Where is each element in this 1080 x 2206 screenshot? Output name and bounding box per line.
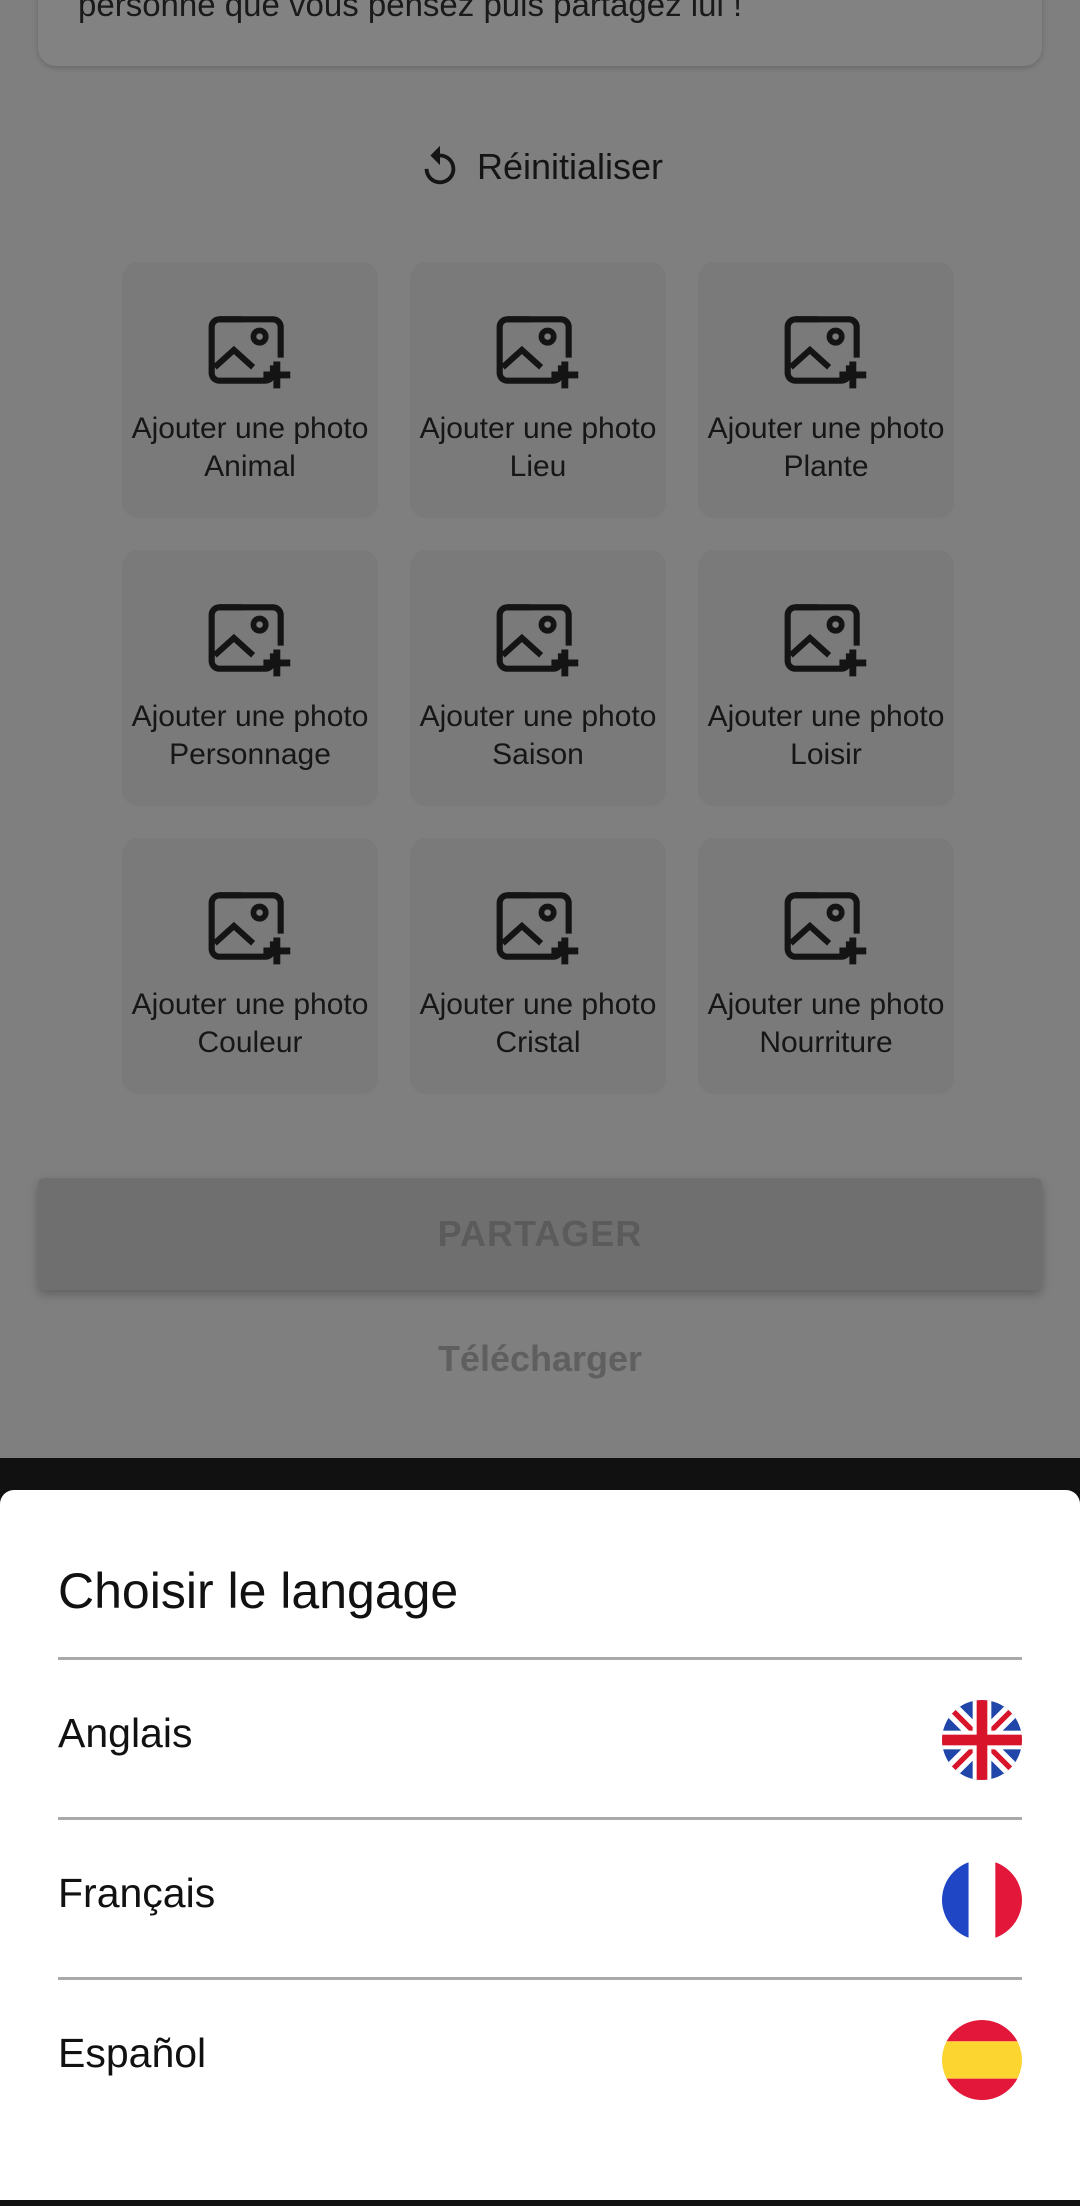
tile-action-label: Ajouter une photo [707,412,945,445]
sheet-title: Choisir le langage [58,1563,459,1619]
add-photo-tile[interactable]: Ajouter une photo Cristal [410,838,666,1094]
language-option-spanish[interactable]: Español [0,1980,1080,2137]
france-flag-icon [942,1860,1022,1940]
tile-category-label: Couleur [197,1026,303,1059]
add-photo-tile[interactable]: Ajouter une photo Personnage [122,550,378,806]
share-button[interactable]: PARTAGER [38,1178,1042,1290]
add-photo-icon [492,592,584,684]
tile-action-label: Ajouter une photo [419,412,657,445]
tile-category-label: Lieu [509,450,567,483]
language-option-french[interactable]: Français [0,1820,1080,1977]
tile-action-label: Ajouter une photo [131,988,369,1021]
add-photo-tile[interactable]: Ajouter une photo Saison [410,550,666,806]
add-photo-tile[interactable]: Ajouter une photo Nourriture [698,838,954,1094]
tile-action-label: Ajouter une photo [131,412,369,445]
info-card: personne que vous pensez puis partagez l… [38,0,1042,66]
language-bottom-sheet: Choisir le langage Anglais Français Espa… [0,1490,1080,2200]
language-label: Anglais [58,1710,193,1756]
screen: personne que vous pensez puis partagez l… [0,0,1080,2206]
tile-category-label: Nourriture [759,1026,893,1059]
tile-category-label: Saison [492,738,584,771]
tile-category-label: Plante [783,450,869,483]
background-app-scrim[interactable]: personne que vous pensez puis partagez l… [0,0,1080,1458]
add-photo-icon [492,880,584,972]
tile-action-label: Ajouter une photo [707,700,945,733]
add-photo-tile[interactable]: Ajouter une photo Lieu [410,262,666,518]
add-photo-tile[interactable]: Ajouter une photo Plante [698,262,954,518]
tile-action-label: Ajouter une photo [707,988,945,1021]
add-photo-icon [492,304,584,396]
language-option-english[interactable]: Anglais [0,1660,1080,1817]
reset-icon [424,145,456,185]
reset-button[interactable]: Réinitialiser [0,140,1080,194]
download-link[interactable]: Télécharger [0,1338,1080,1380]
add-photo-icon [204,304,296,396]
tile-action-label: Ajouter une photo [131,700,369,733]
tile-category-label: Animal [204,450,296,483]
add-photo-icon [204,880,296,972]
add-photo-icon [780,880,872,972]
tile-action-label: Ajouter une photo [419,988,657,1021]
language-label: Español [58,2030,207,2076]
tile-action-label: Ajouter une photo [419,700,657,733]
language-label: Français [58,1870,216,1916]
add-photo-icon [780,304,872,396]
reset-label: Réinitialiser [476,146,664,187]
add-photo-icon [780,592,872,684]
uk-flag-icon [942,1700,1022,1780]
photo-grid: Ajouter une photo Animal Ajouter une photo… [122,262,958,1094]
add-photo-tile[interactable]: Ajouter une photo Loisir [698,550,954,806]
add-photo-tile[interactable]: Ajouter une photo Animal [122,262,378,518]
tile-category-label: Loisir [790,738,862,771]
add-photo-tile[interactable]: Ajouter une photo Couleur [122,838,378,1094]
spain-flag-icon [942,2020,1022,2100]
tile-category-label: Cristal [495,1026,581,1059]
tile-category-label: Personnage [169,738,331,771]
add-photo-icon [204,592,296,684]
info-card-text: personne que vous pensez puis partagez l… [78,0,743,23]
